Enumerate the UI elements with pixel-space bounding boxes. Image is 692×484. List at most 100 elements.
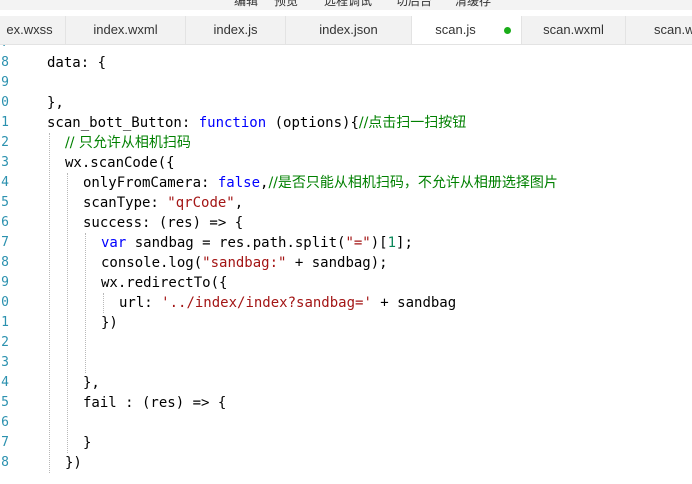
tab-label: ex.wxss [6,22,53,37]
menu-item-edit[interactable]: 编辑 [234,0,258,9]
code-token-plain: console.log( [101,255,203,271]
tab-index-wxml[interactable]: index.wxml [66,16,186,44]
tab-label: scan.js [435,22,476,37]
line-number: 0 [1,295,9,310]
tab-label: index.js [213,22,258,37]
menu-item-background[interactable]: 切后台 [396,0,432,9]
line-number: 7 [0,45,9,53]
tab-scan-js[interactable]: scan.js [412,16,522,44]
menu-item-clear-cache[interactable]: 清缓存 [455,0,491,9]
code-token-plain: + sandbag [371,295,457,311]
code-token-plain: }, [47,95,64,111]
code-token-plain: ]; [396,235,413,251]
line-number: 3 [1,355,9,370]
code-token-kw: function [198,115,267,131]
line-number: 7 [1,435,9,450]
menu-item-remote-debug[interactable]: 远程调试 [324,0,372,9]
line-number: 6 [1,415,9,430]
code-line: } [83,433,91,453]
menubar: 编辑 预览 远程调试 切后台 清缓存 [0,0,692,10]
code-line: console.log("sandbag:" + sandbag); [101,253,388,273]
indent-guide [103,293,104,313]
code-token-comment: //点击扫一扫按钮 [358,115,467,131]
code-token-plain: }, [83,375,100,391]
code-token-plain: wx.redirectTo({ [101,275,228,291]
code-area[interactable]: data: {}, scan_bott_Button: function (opt… [30,45,692,484]
code-token-plain: onlyFromCamera: [83,175,218,191]
tab-label: index.wxml [93,22,158,37]
code-token-comment: //是否只能从相机扫码，不允许从相册选择图片 [268,175,558,191]
tab-label: scan.wxml [543,22,604,37]
code-line: scanType: "qrCode", [83,193,243,213]
code-line: wx.redirectTo({ [101,273,227,293]
code-line: var sandbag = res.path.split("=")[1]; [101,233,413,253]
code-line: }) [101,313,118,333]
code-token-plain: )[ [370,235,388,251]
code-token-plain: scanType: [83,195,168,211]
code-token-str: '../index/index?sandbag=' [161,295,372,311]
line-number: 2 [1,335,9,350]
tab-label: index.json [319,22,378,37]
code-token-plain: , [234,195,244,211]
tab-index-js[interactable]: index.js [186,16,286,44]
line-number: 5 [1,195,9,210]
line-number: 8 [1,255,9,270]
line-number: 2 [1,135,9,150]
line-number: 0 [1,95,9,110]
code-token-str: "=" [345,235,371,251]
tab-scan-wxml[interactable]: scan.wxml [522,16,626,44]
code-line: }) [65,453,82,473]
indent-guide [49,133,50,473]
code-token-plain: } [83,435,92,451]
code-line: data: { [47,53,106,73]
code-line: url: '../index/index?sandbag=' + sandbag [119,293,456,313]
code-token-plain: (options){ [266,115,359,131]
tab-scan-w[interactable]: scan.w [626,16,692,44]
tab-label: scan.w [654,22,692,37]
indent-guide [67,173,68,453]
line-number: 9 [1,75,9,90]
code-token-comment: // 只允许从相机扫码 [65,135,191,151]
code-line: }, [47,93,64,113]
line-number-gutter: 7 8 9 0 1 2 3 4 5 6 7 8 9 0 1 2 3 4 5 6 7 8 [0,45,30,484]
code-token-str: "sandbag:" [202,255,287,271]
code-line: fail : (res) => { [83,393,226,413]
code-line [47,45,64,53]
code-line: }, [83,373,100,393]
unsaved-dot-icon [504,27,511,34]
line-number: 9 [1,275,9,290]
line-number: 4 [1,375,9,390]
line-number: 7 [1,235,9,250]
code-line: onlyFromCamera: false,//是否只能从相机扫码，不允许从相册… [83,173,558,193]
tab-index-json[interactable]: index.json [286,16,412,44]
code-token-plain: sandbag = res.path.split( [126,235,346,251]
code-line: scan_bott_Button: function (options){//点… [47,113,466,133]
line-number: 6 [1,215,9,230]
code-token-plain: fail : (res) => { [83,395,227,411]
line-number: 4 [1,175,9,190]
code-line: wx.scanCode({ [65,153,175,173]
line-number: 1 [1,115,9,130]
code-token-kw: false [217,175,261,191]
code-token-num: 1 [387,235,397,251]
line-number: 5 [1,395,9,410]
code-token-plain: success: (res) => { [83,215,244,231]
code-token-plain: url: [119,295,162,311]
code-token-plain: scan_bott_Button: [47,115,199,131]
code-editor[interactable]: 7 8 9 0 1 2 3 4 5 6 7 8 9 0 1 2 3 4 5 6 7 8 data: {}, scan_bot… [0,45,692,484]
line-number: 8 [1,455,9,470]
code-token-plain: }) [101,315,118,331]
line-number: 3 [1,155,9,170]
code-line: // 只允许从相机扫码 [65,133,191,153]
menu-item-preview[interactable]: 预览 [274,0,298,9]
code-token-plain: + sandbag); [286,255,388,271]
code-token-kw: var [101,235,127,251]
code-token-str: "qrCode" [167,195,235,211]
code-line: success: (res) => { [83,213,243,233]
code-token-plain: }) [65,455,82,471]
code-token-plain: wx.scanCode({ [65,155,175,171]
indent-guide [85,233,86,373]
tab-ex-wxss[interactable]: ex.wxss [0,16,66,44]
line-number: 8 [1,55,9,70]
